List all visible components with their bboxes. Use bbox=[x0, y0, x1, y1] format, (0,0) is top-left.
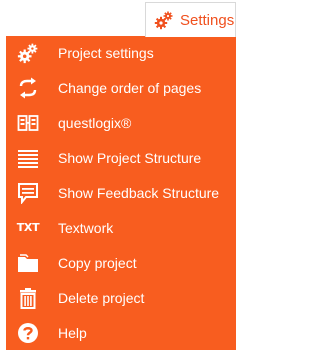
menu-item-help[interactable]: Help bbox=[6, 315, 236, 350]
settings-tab-label: Settings bbox=[180, 11, 235, 29]
menu-item-project-settings[interactable]: Project settings bbox=[6, 36, 236, 71]
feedback-bubble-icon bbox=[16, 181, 40, 205]
menu-item-questlogix[interactable]: questlogix® bbox=[6, 106, 236, 141]
menu-item-textwork[interactable]: TXT Textwork bbox=[6, 210, 236, 245]
trash-icon bbox=[16, 286, 40, 310]
menu-item-label: Show Project Structure bbox=[58, 150, 202, 167]
menu-item-delete-project[interactable]: Delete project bbox=[6, 280, 236, 315]
questlogix-icon bbox=[16, 111, 40, 135]
menu-item-label: Textwork bbox=[58, 219, 114, 236]
reorder-arrows-icon bbox=[16, 76, 40, 100]
menu-item-label: Show Feedback Structure bbox=[58, 185, 220, 201]
help-icon bbox=[16, 321, 40, 345]
menu-item-label: Change order of pages bbox=[58, 80, 202, 97]
folder-icon bbox=[16, 251, 40, 275]
menu-item-copy-project[interactable]: Copy project bbox=[6, 245, 236, 280]
settings-tab[interactable]: Settings bbox=[145, 2, 236, 37]
settings-menu: Project settings Change order of pages q… bbox=[6, 36, 236, 350]
menu-item-label: Delete project bbox=[58, 289, 145, 306]
gears-icon bbox=[16, 41, 40, 65]
menu-item-label: Help bbox=[58, 324, 87, 341]
gears-icon bbox=[154, 10, 174, 30]
menu-item-label: Copy project bbox=[58, 254, 137, 271]
menu-item-show-feedback-structure[interactable]: Show Feedback Structure bbox=[6, 176, 236, 211]
txt-icon-glyph: TXT bbox=[16, 221, 40, 235]
menu-item-show-project-structure[interactable]: Show Project Structure bbox=[6, 141, 236, 176]
menu-item-change-order[interactable]: Change order of pages bbox=[6, 71, 236, 106]
menu-item-label: questlogix® bbox=[58, 115, 132, 132]
txt-icon: TXT bbox=[16, 216, 40, 240]
settings-dropdown: Settings Project settings Change order o… bbox=[0, 0, 240, 354]
menu-item-label: Project settings bbox=[58, 45, 154, 62]
structure-lines-icon bbox=[16, 146, 40, 170]
